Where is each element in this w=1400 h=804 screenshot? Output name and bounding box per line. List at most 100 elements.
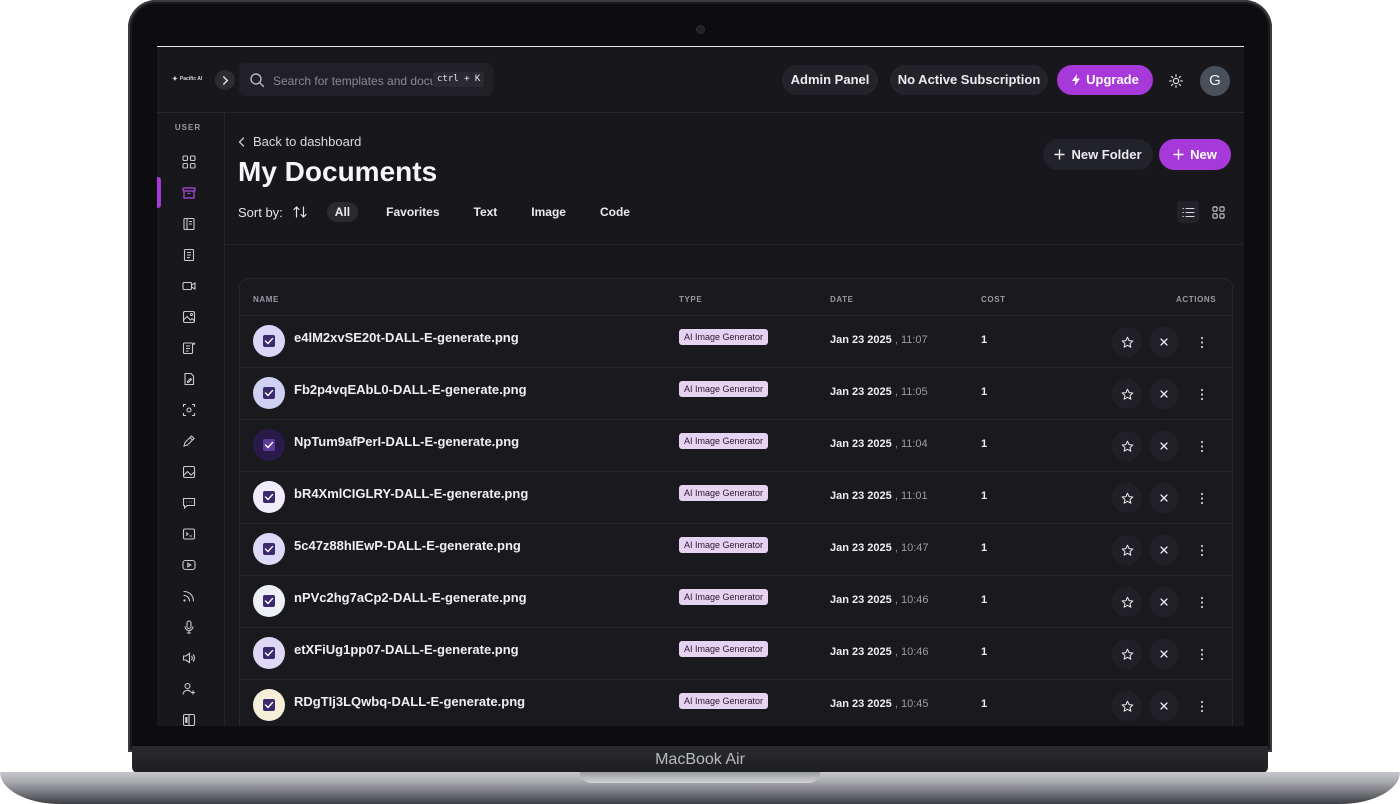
column-header-type[interactable]: TYPE bbox=[679, 295, 702, 304]
document-date: Jan 23 2025 , 10:47 bbox=[830, 542, 928, 554]
admin-panel-button[interactable]: Admin Panel bbox=[782, 65, 878, 95]
app-logo[interactable]: ✦ Pacific AI bbox=[172, 75, 202, 83]
delete-button[interactable] bbox=[1149, 483, 1179, 513]
grid-view-button[interactable] bbox=[1207, 201, 1229, 223]
delete-button[interactable] bbox=[1149, 535, 1179, 565]
favorite-button[interactable] bbox=[1112, 587, 1142, 617]
sidebar-item-ai-video[interactable] bbox=[178, 275, 200, 297]
image-thumbnail[interactable] bbox=[253, 429, 285, 461]
new-folder-button[interactable]: New Folder bbox=[1043, 139, 1153, 170]
sidebar-item-templates[interactable] bbox=[178, 213, 200, 235]
document-name[interactable]: Fb2p4vqEAbL0-DALL-E-generate.png bbox=[294, 382, 527, 397]
sidebar-item-ai-rewriter[interactable] bbox=[178, 368, 200, 390]
subscription-button[interactable]: No Active Subscription bbox=[890, 65, 1048, 95]
table-row[interactable]: RDgTIj3LQwbq-DALL-E-generate.png AI Image… bbox=[240, 679, 1232, 726]
favorite-button[interactable] bbox=[1112, 639, 1142, 669]
document-date: Jan 23 2025 , 10:45 bbox=[830, 698, 928, 710]
document-name[interactable]: RDgTIj3LQwbq-DALL-E-generate.png bbox=[294, 694, 525, 709]
sidebar-item-ai-speech-to-text[interactable] bbox=[178, 616, 200, 638]
sidebar-item-ai-voiceover[interactable] bbox=[178, 647, 200, 669]
sidebar-item-ai-youtube[interactable] bbox=[178, 554, 200, 576]
sidebar-item-ai-image-alt[interactable] bbox=[178, 461, 200, 483]
image-thumbnail[interactable] bbox=[253, 585, 285, 617]
favorite-button[interactable] bbox=[1112, 431, 1142, 461]
delete-button[interactable] bbox=[1149, 691, 1179, 721]
document-name[interactable]: e4lM2xvSE20t-DALL-E-generate.png bbox=[294, 330, 519, 345]
table-row[interactable]: e4lM2xvSE20t-DALL-E-generate.png AI Image… bbox=[240, 315, 1232, 367]
filter-text[interactable]: Text bbox=[466, 202, 506, 222]
sidebar-item-ai-article[interactable] bbox=[178, 337, 200, 359]
sidebar-item-ai-rss[interactable] bbox=[178, 585, 200, 607]
favorite-button[interactable] bbox=[1112, 379, 1142, 409]
image-thumbnail[interactable] bbox=[253, 325, 285, 357]
list-view-button[interactable] bbox=[1177, 201, 1199, 223]
sidebar-toggle-button[interactable] bbox=[215, 70, 235, 90]
sidebar-item-documents[interactable] bbox=[178, 182, 200, 204]
sidebar-item-ai-writer[interactable] bbox=[178, 244, 200, 266]
document-name[interactable]: 5c47z88hIEwP-DALL-E-generate.png bbox=[294, 538, 521, 553]
table-row[interactable]: etXFiUg1pp07-DALL-E-generate.png AI Image… bbox=[240, 627, 1232, 679]
camera bbox=[697, 26, 704, 33]
search-bar[interactable]: ctrl + K bbox=[239, 63, 493, 96]
filter-all[interactable]: All bbox=[326, 202, 359, 222]
image-thumbnail[interactable] bbox=[253, 481, 285, 513]
table-row[interactable]: NpTum9afPerI-DALL-E-generate.png AI Image… bbox=[240, 419, 1232, 471]
filter-favorites[interactable]: Favorites bbox=[378, 202, 447, 222]
user-avatar[interactable]: G bbox=[1200, 66, 1230, 96]
table-row[interactable]: 5c47z88hIEwP-DALL-E-generate.png AI Image… bbox=[240, 523, 1232, 575]
more-options-button[interactable] bbox=[1187, 639, 1217, 669]
more-options-button[interactable] bbox=[1187, 587, 1217, 617]
delete-button[interactable] bbox=[1149, 639, 1179, 669]
delete-button[interactable] bbox=[1149, 379, 1179, 409]
sidebar-item-ai-chat[interactable] bbox=[178, 492, 200, 514]
filter-image[interactable]: Image bbox=[523, 202, 574, 222]
image-thumbnail[interactable] bbox=[253, 377, 285, 409]
more-options-button[interactable] bbox=[1187, 431, 1217, 461]
back-to-dashboard-link[interactable]: Back to dashboard bbox=[238, 134, 361, 149]
new-document-button[interactable]: New bbox=[1159, 139, 1231, 170]
favorite-button[interactable] bbox=[1112, 483, 1142, 513]
favorite-button[interactable] bbox=[1112, 327, 1142, 357]
sidebar-item-ai-vision[interactable] bbox=[178, 399, 200, 421]
table-row[interactable]: nPVc2hg7aCp2-DALL-E-generate.png AI Image… bbox=[240, 575, 1232, 627]
column-header-name[interactable]: NAME bbox=[253, 295, 279, 304]
favorite-button[interactable] bbox=[1112, 535, 1142, 565]
delete-button[interactable] bbox=[1149, 431, 1179, 461]
more-options-button[interactable] bbox=[1187, 327, 1217, 357]
close-icon bbox=[1159, 545, 1169, 555]
more-options-button[interactable] bbox=[1187, 535, 1217, 565]
sidebar-item-dashboard[interactable] bbox=[178, 151, 200, 173]
scan-eye-icon bbox=[182, 403, 196, 417]
more-options-button[interactable] bbox=[1187, 379, 1217, 409]
image-thumbnail[interactable] bbox=[253, 533, 285, 565]
delete-button[interactable] bbox=[1149, 587, 1179, 617]
table-row[interactable]: Fb2p4vqEAbL0-DALL-E-generate.png AI Image… bbox=[240, 367, 1232, 419]
sidebar-item-ai-brand[interactable] bbox=[178, 709, 200, 726]
upgrade-button[interactable]: Upgrade bbox=[1057, 65, 1153, 95]
laptop-notch bbox=[580, 772, 820, 783]
column-header-cost[interactable]: COST bbox=[981, 295, 1006, 304]
sidebar-item-ai-image[interactable] bbox=[178, 306, 200, 328]
close-icon bbox=[1159, 441, 1169, 451]
favorite-button[interactable] bbox=[1112, 691, 1142, 721]
image-thumbnail[interactable] bbox=[253, 689, 285, 721]
table-row[interactable]: bR4XmlCIGLRY-DALL-E-generate.png AI Image… bbox=[240, 471, 1232, 523]
document-date: Jan 23 2025 , 10:46 bbox=[830, 594, 928, 606]
search-input[interactable] bbox=[271, 71, 435, 91]
document-name[interactable]: etXFiUg1pp07-DALL-E-generate.png bbox=[294, 642, 519, 657]
document-name[interactable]: NpTum9afPerI-DALL-E-generate.png bbox=[294, 434, 519, 449]
document-name[interactable]: nPVc2hg7aCp2-DALL-E-generate.png bbox=[294, 590, 527, 605]
image-thumbnail[interactable] bbox=[253, 637, 285, 669]
sidebar-item-affiliates[interactable] bbox=[178, 678, 200, 700]
theme-toggle-button[interactable] bbox=[1166, 71, 1186, 91]
more-options-button[interactable] bbox=[1187, 691, 1217, 721]
document-name[interactable]: bR4XmlCIGLRY-DALL-E-generate.png bbox=[294, 486, 528, 501]
date-text: Jan 23 2025 bbox=[830, 542, 892, 554]
sort-arrows-icon[interactable] bbox=[293, 206, 307, 218]
column-header-date[interactable]: DATE bbox=[830, 295, 854, 304]
sidebar-item-ai-code[interactable] bbox=[178, 523, 200, 545]
more-options-button[interactable] bbox=[1187, 483, 1217, 513]
filter-code[interactable]: Code bbox=[592, 202, 638, 222]
sidebar-item-ai-editor[interactable] bbox=[178, 430, 200, 452]
delete-button[interactable] bbox=[1149, 327, 1179, 357]
